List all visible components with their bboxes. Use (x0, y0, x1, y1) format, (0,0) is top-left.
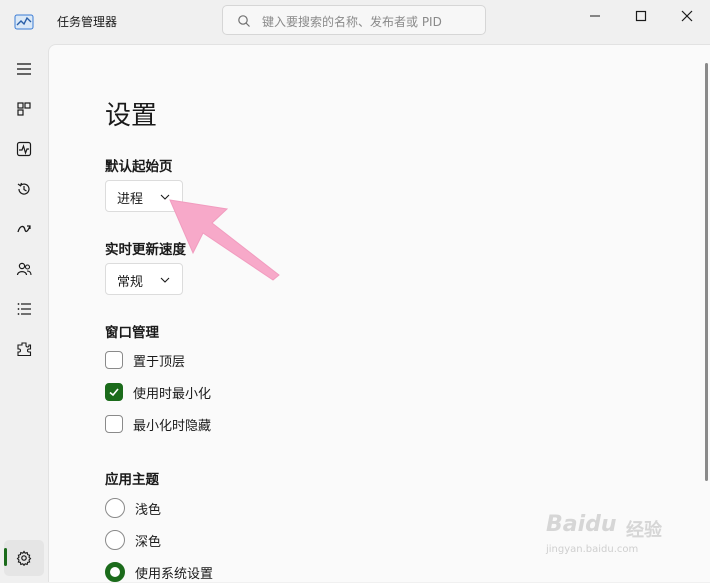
dropdown-value: 进程 (117, 192, 144, 207)
theme-system-option[interactable]: 使用系统设置 (105, 561, 213, 583)
hide-when-minimized-option[interactable]: 最小化时隐藏 (105, 413, 211, 435)
close-button[interactable] (664, 0, 710, 32)
nav-item-startup-apps[interactable] (4, 211, 44, 247)
window-management-label: 窗口管理 (105, 325, 159, 341)
search-input[interactable]: 键入要搜索的名称、发布者或 PID (222, 5, 486, 35)
radio-button[interactable] (105, 498, 125, 518)
nav-item-processes[interactable] (4, 91, 44, 127)
app-theme-label: 应用主题 (105, 472, 159, 488)
hamburger-menu-icon (17, 63, 31, 75)
task-manager-app-icon (14, 12, 34, 32)
chevron-down-icon (160, 194, 170, 200)
nav-item-details[interactable] (4, 291, 44, 327)
checkmark-icon (109, 388, 119, 397)
page-title: 设置 (105, 101, 158, 131)
checkbox[interactable] (105, 351, 123, 369)
minimize-icon (590, 15, 600, 17)
realtime-update-speed-dropdown[interactable]: 常规 (105, 263, 183, 295)
title-bar: 任务管理器 键入要搜索的名称、发布者或 PID (0, 0, 710, 44)
option-label: 使用系统设置 (135, 566, 214, 582)
app-history-icon (17, 182, 30, 195)
option-label: 浅色 (135, 502, 162, 518)
nav-item-users[interactable] (4, 251, 44, 287)
checkbox-checked[interactable] (105, 383, 123, 401)
default-start-page-label: 默认起始页 (105, 159, 173, 175)
dropdown-value: 常规 (117, 275, 144, 290)
radio-button-selected[interactable] (105, 562, 125, 582)
option-label: 深色 (135, 534, 162, 550)
radio-button[interactable] (105, 530, 125, 550)
default-start-page-dropdown[interactable]: 进程 (105, 180, 183, 212)
processes-icon (17, 102, 31, 116)
watermark-sub: 经验 (626, 520, 662, 541)
always-on-top-option[interactable]: 置于顶层 (105, 349, 185, 371)
active-nav-indicator (4, 548, 7, 566)
nav-item-settings[interactable] (4, 540, 44, 576)
maximize-button[interactable] (618, 0, 664, 32)
hamburger-menu-button[interactable] (4, 51, 44, 87)
nav-item-performance[interactable] (4, 131, 44, 167)
option-label: 置于顶层 (133, 354, 186, 370)
nav-item-services[interactable] (4, 331, 44, 367)
performance-icon (16, 141, 32, 157)
window-title: 任务管理器 (57, 15, 118, 29)
maximize-icon (635, 10, 647, 22)
nav-item-app-history[interactable] (4, 171, 44, 207)
watermark-brand: Baidu (546, 512, 617, 537)
minimize-button[interactable] (572, 0, 618, 32)
option-label: 最小化时隐藏 (133, 418, 212, 434)
option-label: 使用时最小化 (133, 386, 212, 402)
checkbox[interactable] (105, 415, 123, 433)
navigation-rail (0, 44, 48, 582)
minimize-on-use-option[interactable]: 使用时最小化 (105, 381, 211, 403)
theme-light-option[interactable]: 浅色 (105, 497, 161, 519)
search-icon (238, 15, 250, 27)
startup-apps-icon (17, 225, 31, 233)
settings-icon (16, 550, 32, 566)
details-icon (17, 303, 31, 315)
vertical-scrollbar[interactable] (705, 63, 708, 481)
chevron-down-icon (160, 277, 170, 283)
watermark-url: jingyan.baidu.com (546, 544, 639, 555)
baidu-jingyan-watermark: Baidu 经验 jingyan.baidu.com (540, 500, 710, 582)
close-icon (681, 10, 693, 22)
realtime-update-speed-label: 实时更新速度 (105, 242, 186, 258)
theme-dark-option[interactable]: 深色 (105, 529, 161, 551)
users-icon (16, 262, 32, 276)
search-placeholder: 键入要搜索的名称、发布者或 PID (262, 15, 442, 29)
services-icon (17, 342, 32, 357)
